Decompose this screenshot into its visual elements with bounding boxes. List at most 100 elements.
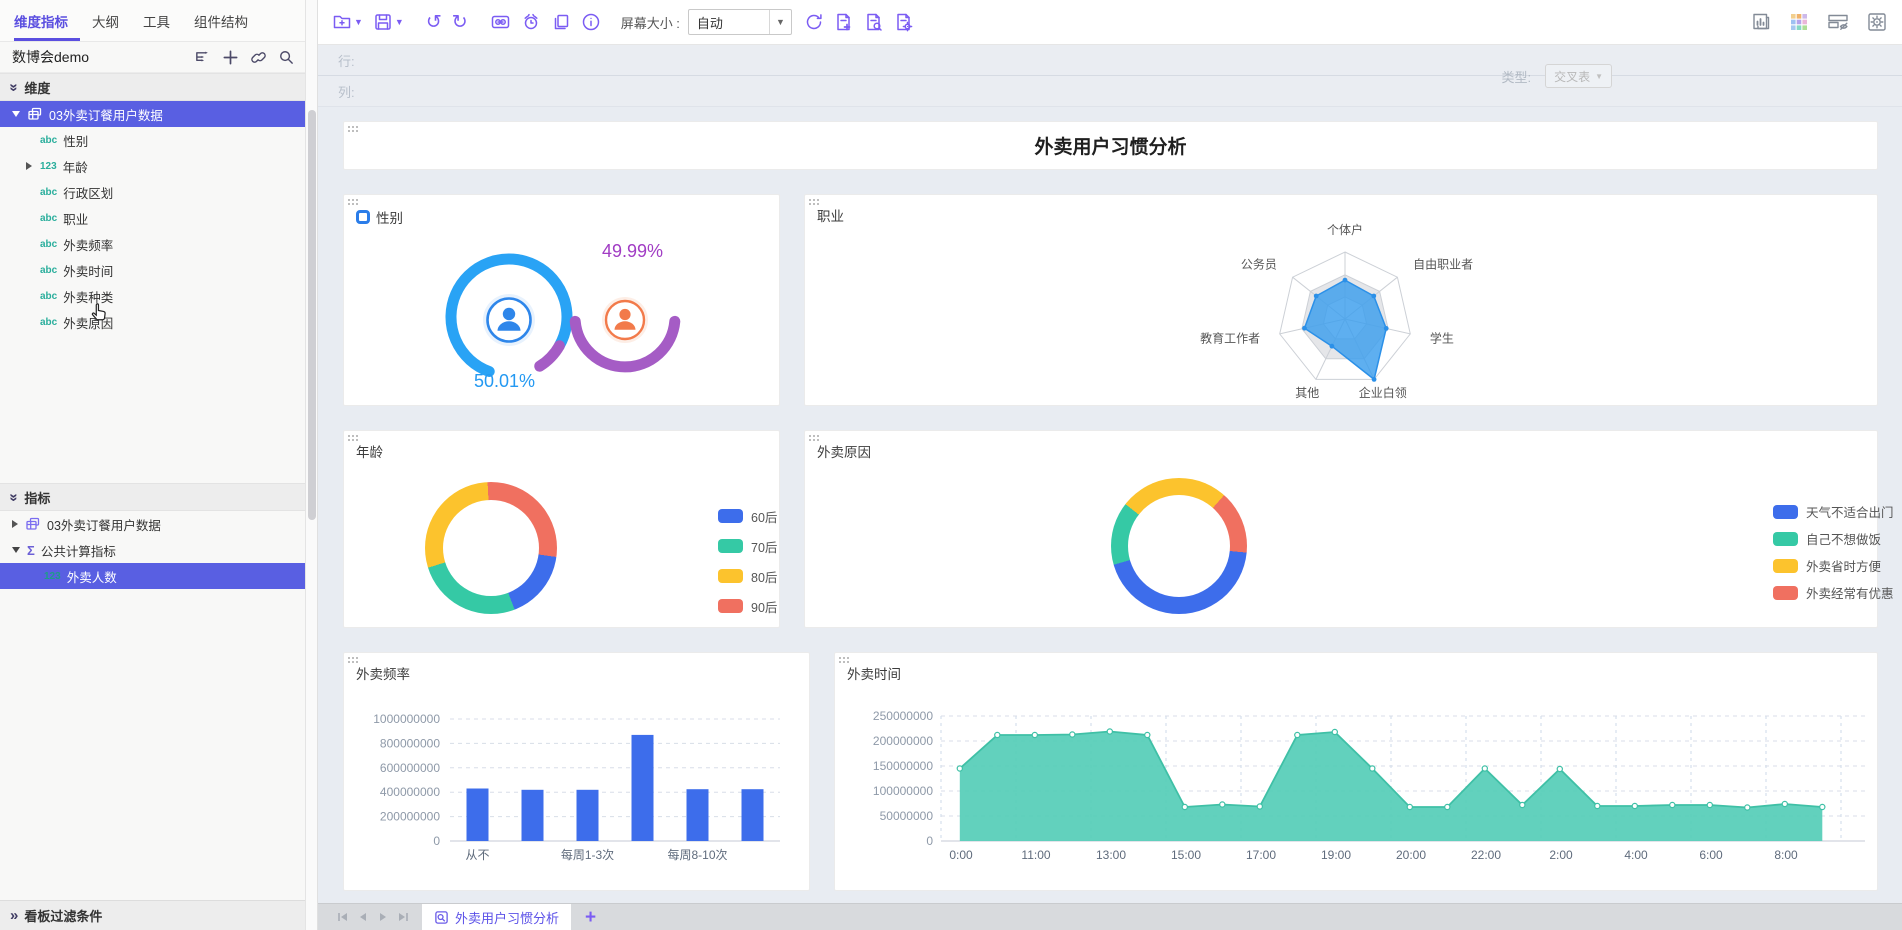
metrics-header[interactable]: » 指标: [0, 483, 305, 511]
radar-point[interactable]: [1302, 326, 1307, 331]
radar-point[interactable]: [1314, 294, 1319, 299]
scrollbar-thumb[interactable]: [308, 110, 316, 520]
dimension-field[interactable]: abc外卖原因: [0, 309, 305, 335]
gender-chart-card[interactable]: 性别: [343, 194, 780, 406]
screen-size-select[interactable]: 自动 ▼: [688, 9, 792, 35]
male-arc-tail[interactable]: [540, 346, 560, 366]
bar[interactable]: [742, 789, 764, 841]
drag-handle-icon[interactable]: [347, 656, 358, 663]
dimension-field[interactable]: 123年龄: [0, 153, 305, 179]
radar-point[interactable]: [1371, 294, 1376, 299]
radar-point[interactable]: [1343, 278, 1348, 283]
last-sheet-button[interactable]: [396, 910, 410, 924]
dimension-field[interactable]: abc职业: [0, 205, 305, 231]
calc-group-node[interactable]: Σ 公共计算指标: [0, 537, 305, 563]
legend-item[interactable]: 外卖经常有优惠: [1773, 579, 1894, 606]
flow-icon[interactable]: [194, 49, 211, 66]
reason-donut-chart[interactable]: [1111, 478, 1247, 614]
bar[interactable]: [632, 735, 654, 841]
drag-handle-icon[interactable]: [347, 434, 358, 441]
chevron-down-icon[interactable]: ▼: [769, 10, 791, 34]
data-point[interactable]: [1370, 766, 1375, 771]
data-point[interactable]: [1145, 732, 1150, 737]
tab-outline[interactable]: 大纲: [92, 11, 119, 31]
bar[interactable]: [467, 789, 489, 842]
data-point[interactable]: [1670, 802, 1675, 807]
refresh-button[interactable]: [804, 12, 824, 32]
metrics-dataset-node[interactable]: 03外卖订餐用户数据: [0, 511, 305, 537]
data-point[interactable]: [1407, 804, 1412, 809]
data-point[interactable]: [1707, 802, 1712, 807]
dimensions-header[interactable]: » 维度: [0, 73, 305, 101]
data-point[interactable]: [1107, 729, 1112, 734]
copy-doc-button[interactable]: [551, 12, 571, 32]
chart-pages-icon[interactable]: [1750, 11, 1772, 33]
dimension-field[interactable]: abc外卖种类: [0, 283, 305, 309]
save-button[interactable]: ▼: [373, 12, 404, 32]
time-area-chart[interactable]: 0500000001000000001500000002000000002500…: [835, 653, 1879, 892]
info-button[interactable]: [581, 12, 601, 32]
data-point[interactable]: [957, 766, 962, 771]
data-point[interactable]: [1032, 732, 1037, 737]
undo-button[interactable]: ↺: [426, 13, 442, 32]
age-donut-chart[interactable]: [425, 482, 557, 614]
data-point[interactable]: [1557, 766, 1562, 771]
radar-point[interactable]: [1372, 377, 1377, 382]
frequency-bar-chart[interactable]: 0200000000400000000600000000800000000100…: [344, 653, 811, 892]
bar[interactable]: [687, 789, 709, 841]
doc-search-button[interactable]: [864, 12, 884, 32]
bar[interactable]: [522, 790, 544, 841]
search-icon[interactable]: [278, 49, 295, 66]
tab-dimensions-metrics[interactable]: 维度指标: [14, 11, 68, 31]
legend-item[interactable]: 80后: [718, 561, 777, 591]
gear-icon[interactable]: [1866, 11, 1888, 33]
data-point[interactable]: [1820, 804, 1825, 809]
sheet-tab-active[interactable]: 外卖用户习惯分析: [422, 904, 571, 930]
data-point[interactable]: [1182, 804, 1187, 809]
dataset-node[interactable]: 03外卖订餐用户数据: [0, 101, 305, 127]
panel-hide-icon[interactable]: [1826, 11, 1850, 33]
frequency-chart-card[interactable]: 外卖频率 02000000004000000006000000008000000…: [343, 652, 810, 891]
title-card[interactable]: 外卖用户习惯分析: [343, 121, 1878, 170]
radar-point[interactable]: [1330, 344, 1335, 349]
caret-down-icon[interactable]: [12, 547, 20, 553]
occupation-chart-card[interactable]: 职业 个体户自由职业者学生企业白领其他教育工作者公务员: [804, 194, 1878, 406]
age-chart-card[interactable]: 年龄 60后70后80后90后: [343, 430, 780, 628]
tab-component-structure[interactable]: 组件结构: [194, 11, 248, 31]
occupation-radar-chart[interactable]: 个体户自由职业者学生企业白领其他教育工作者公务员: [805, 195, 1879, 407]
color-grid-icon[interactable]: [1788, 11, 1810, 33]
doc-add-button[interactable]: [834, 12, 854, 32]
prev-sheet-button[interactable]: [356, 910, 370, 924]
data-point[interactable]: [1257, 804, 1262, 809]
radar-point[interactable]: [1384, 326, 1389, 331]
legend-item[interactable]: 60后: [718, 501, 777, 531]
data-point[interactable]: [1745, 805, 1750, 810]
new-file-button[interactable]: ▼: [332, 12, 363, 32]
bar[interactable]: [577, 790, 599, 841]
data-point[interactable]: [1520, 802, 1525, 807]
data-point[interactable]: [1295, 732, 1300, 737]
data-point[interactable]: [1445, 804, 1450, 809]
drag-handle-icon[interactable]: [808, 434, 819, 441]
drag-handle-icon[interactable]: [808, 198, 819, 205]
data-point[interactable]: [1332, 729, 1337, 734]
data-point[interactable]: [1632, 803, 1637, 808]
time-chart-card[interactable]: 外卖时间 05000000010000000015000000020000000…: [834, 652, 1878, 891]
first-sheet-button[interactable]: [336, 910, 350, 924]
drag-handle-icon[interactable]: [347, 198, 358, 205]
data-point[interactable]: [1070, 732, 1075, 737]
link-icon[interactable]: [250, 49, 267, 66]
data-point[interactable]: [1782, 801, 1787, 806]
metric-field[interactable]: 123外卖人数: [0, 563, 305, 589]
caret-down-icon[interactable]: [12, 111, 20, 117]
data-point[interactable]: [1220, 802, 1225, 807]
column-shelf[interactable]: 列:: [318, 76, 1902, 107]
legend-item[interactable]: 90后: [718, 591, 777, 621]
legend-item[interactable]: 天气不适合出门: [1773, 498, 1894, 525]
next-sheet-button[interactable]: [376, 910, 390, 924]
dimension-field[interactable]: abc行政区划: [0, 179, 305, 205]
redo-button[interactable]: ↻: [452, 13, 468, 32]
legend-item[interactable]: 70后: [718, 531, 777, 561]
row-shelf[interactable]: 行:: [318, 45, 1902, 76]
data-point[interactable]: [1482, 766, 1487, 771]
